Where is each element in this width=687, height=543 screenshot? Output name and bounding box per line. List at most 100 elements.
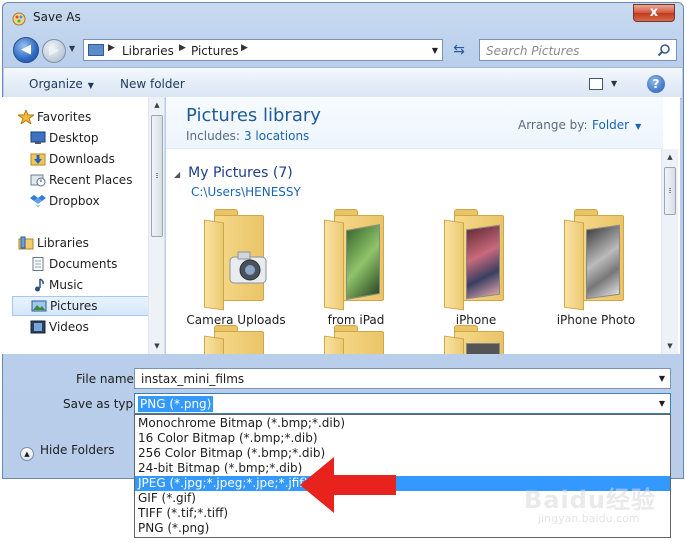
documents-icon xyxy=(32,257,44,271)
help-icon[interactable]: ? xyxy=(647,75,665,93)
chevron-down-icon[interactable]: ▼ xyxy=(659,399,665,408)
videos-icon xyxy=(30,320,46,334)
downloads-icon xyxy=(30,153,46,166)
chevron-right-icon[interactable]: ▶ xyxy=(179,43,186,53)
includes-label: Includes: xyxy=(186,129,240,143)
save-as-type-select[interactable]: PNG (*.png) ▼ xyxy=(134,393,671,414)
library-header: Pictures library Includes: 3 locations Ar… xyxy=(166,97,663,149)
locations-link[interactable]: 3 locations xyxy=(244,129,309,143)
filename-field[interactable]: instax_mini_films ▼ xyxy=(134,368,671,389)
command-bar: Organize ▼ New folder ▼ ? xyxy=(4,67,682,99)
content-scrollbar[interactable]: ▲ ▼ xyxy=(661,149,678,354)
library-title: Pictures library xyxy=(186,105,321,126)
search-input[interactable]: Search Pictures xyxy=(479,39,677,61)
forward-button[interactable]: ▶ xyxy=(42,39,66,63)
sidebar-favorites-label: Favorites xyxy=(37,110,92,124)
sidebar-item-label: Recent Places xyxy=(49,173,133,187)
navigation-row: ◀ ▶ ▼ ▶ Libraries ▶ Pictures ▶ ▼ ⇆ Searc… xyxy=(3,35,683,65)
iphone-photo-thumbnail xyxy=(466,224,500,300)
scroll-up-icon[interactable]: ▲ xyxy=(662,149,678,165)
hide-folders-button[interactable]: ▲ Hide Folders xyxy=(20,443,115,461)
title-bar[interactable]: Save As x xyxy=(3,3,683,31)
arrange-by-label: Arrange by: xyxy=(518,118,588,132)
save-as-type-value: PNG (*.png) xyxy=(138,396,214,412)
address-bar[interactable]: ▶ Libraries ▶ Pictures ▶ ▼ xyxy=(83,39,443,61)
view-options-dropdown-icon[interactable]: ▼ xyxy=(611,79,617,88)
folder-name: iPhone Photo xyxy=(556,313,636,327)
scrollbar-thumb[interactable] xyxy=(151,115,163,237)
watermark-sub: jingyan.baidu.com xyxy=(538,512,640,525)
recent-locations-dropdown-icon[interactable]: ▼ xyxy=(69,44,75,53)
organize-button[interactable]: Organize ▼ xyxy=(29,77,94,91)
sidebar-item-dropbox[interactable]: Dropbox xyxy=(1,191,151,211)
sidebar-favorites[interactable]: Favorites xyxy=(1,107,151,127)
sidebar-item-videos[interactable]: Videos xyxy=(1,317,151,337)
sidebar-item-recent-places[interactable]: Recent Places xyxy=(1,170,151,190)
folder-item[interactable] xyxy=(306,325,406,354)
scroll-down-icon[interactable]: ▼ xyxy=(662,338,678,354)
window-title: Save As xyxy=(33,10,81,24)
search-icon[interactable] xyxy=(657,43,671,57)
filename-value[interactable]: instax_mini_films xyxy=(141,372,244,386)
folder-item[interactable]: iPhone Photo xyxy=(546,209,646,329)
folder-item[interactable]: iPhone xyxy=(426,209,526,329)
new-folder-button[interactable]: New folder xyxy=(120,77,185,91)
library-includes: Includes: 3 locations xyxy=(186,129,309,143)
collapse-triangle-icon[interactable]: ◢ xyxy=(174,170,180,179)
close-button[interactable]: x xyxy=(633,4,675,22)
group-header[interactable]: ◢ My Pictures (7) xyxy=(174,165,293,181)
arrange-by-value: Folder xyxy=(592,118,630,132)
sidebar-item-desktop[interactable]: Desktop xyxy=(1,128,151,148)
back-button[interactable]: ◀ xyxy=(13,37,39,63)
address-dropdown-icon[interactable]: ▼ xyxy=(432,46,438,55)
refresh-icon: ⇆ xyxy=(453,42,465,58)
scroll-up-icon[interactable]: ▲ xyxy=(149,97,164,113)
sidebar-item-label: Pictures xyxy=(50,299,98,313)
sidebar-libraries[interactable]: Libraries xyxy=(1,233,151,253)
organize-label: Organize xyxy=(29,77,83,91)
chevron-down-icon: ▼ xyxy=(635,122,642,131)
sidebar-item-downloads[interactable]: Downloads xyxy=(1,149,151,169)
nav-pane-scrollbar[interactable]: ▲ ▼ xyxy=(148,97,164,354)
chevron-right-icon[interactable]: ▶ xyxy=(241,43,248,53)
baidu-watermark: Baidu经验 jingyan.baidu.com xyxy=(524,480,674,540)
option-256-color-bitmap[interactable]: 256 Color Bitmap (*.bmp;*.dib) xyxy=(135,446,670,461)
sidebar-item-label: Downloads xyxy=(49,152,115,166)
annotation-arrow-icon xyxy=(300,457,396,513)
chevron-down-icon: ▼ xyxy=(87,81,94,90)
change-view-icon[interactable] xyxy=(589,78,603,90)
dropbox-icon xyxy=(30,195,46,207)
sidebar-item-label: Documents xyxy=(49,257,118,271)
sidebar-item-music[interactable]: Music xyxy=(1,275,151,295)
group-path[interactable]: C:\Users\HENESSY xyxy=(191,185,301,199)
save-as-type-label: Save as type: xyxy=(63,397,145,411)
music-icon xyxy=(35,278,44,292)
hide-folders-label: Hide Folders xyxy=(40,443,115,457)
option-monochrome-bitmap[interactable]: Monochrome Bitmap (*.bmp;*.dib) xyxy=(135,416,670,431)
content-pane: Pictures library Includes: 3 locations Ar… xyxy=(166,97,680,354)
breadcrumb-libraries[interactable]: Libraries xyxy=(122,44,174,58)
option-16-color-bitmap[interactable]: 16 Color Bitmap (*.bmp;*.dib) xyxy=(135,431,670,446)
breadcrumb-pictures[interactable]: Pictures xyxy=(191,44,239,58)
recent-places-icon xyxy=(30,174,46,187)
folder-item[interactable] xyxy=(186,325,286,354)
sidebar-item-documents[interactable]: Documents xyxy=(1,254,151,274)
folder-item[interactable]: from iPad xyxy=(306,209,406,329)
scroll-down-icon[interactable]: ▼ xyxy=(149,338,164,354)
close-icon: x xyxy=(649,5,659,20)
sidebar-item-label: Videos xyxy=(49,320,89,334)
refresh-button[interactable]: ⇆ xyxy=(447,39,471,61)
sidebar-libraries-label: Libraries xyxy=(37,236,89,250)
search-placeholder: Search Pictures xyxy=(486,44,580,58)
sidebar-item-pictures[interactable]: Pictures xyxy=(12,296,150,316)
scrollbar-thumb[interactable] xyxy=(664,167,676,215)
folder-item[interactable] xyxy=(426,325,526,354)
option-24-bit-bitmap[interactable]: 24-bit Bitmap (*.bmp;*.dib) xyxy=(135,461,670,476)
chevron-down-icon[interactable]: ▼ xyxy=(659,374,665,383)
camera-icon xyxy=(229,251,267,284)
folder-item[interactable]: Camera Uploads xyxy=(186,209,286,329)
star-icon xyxy=(18,110,34,124)
libraries-icon xyxy=(18,236,34,250)
chevron-right-icon[interactable]: ▶ xyxy=(108,43,115,53)
arrange-by-dropdown[interactable]: Folder ▼ xyxy=(592,118,641,132)
